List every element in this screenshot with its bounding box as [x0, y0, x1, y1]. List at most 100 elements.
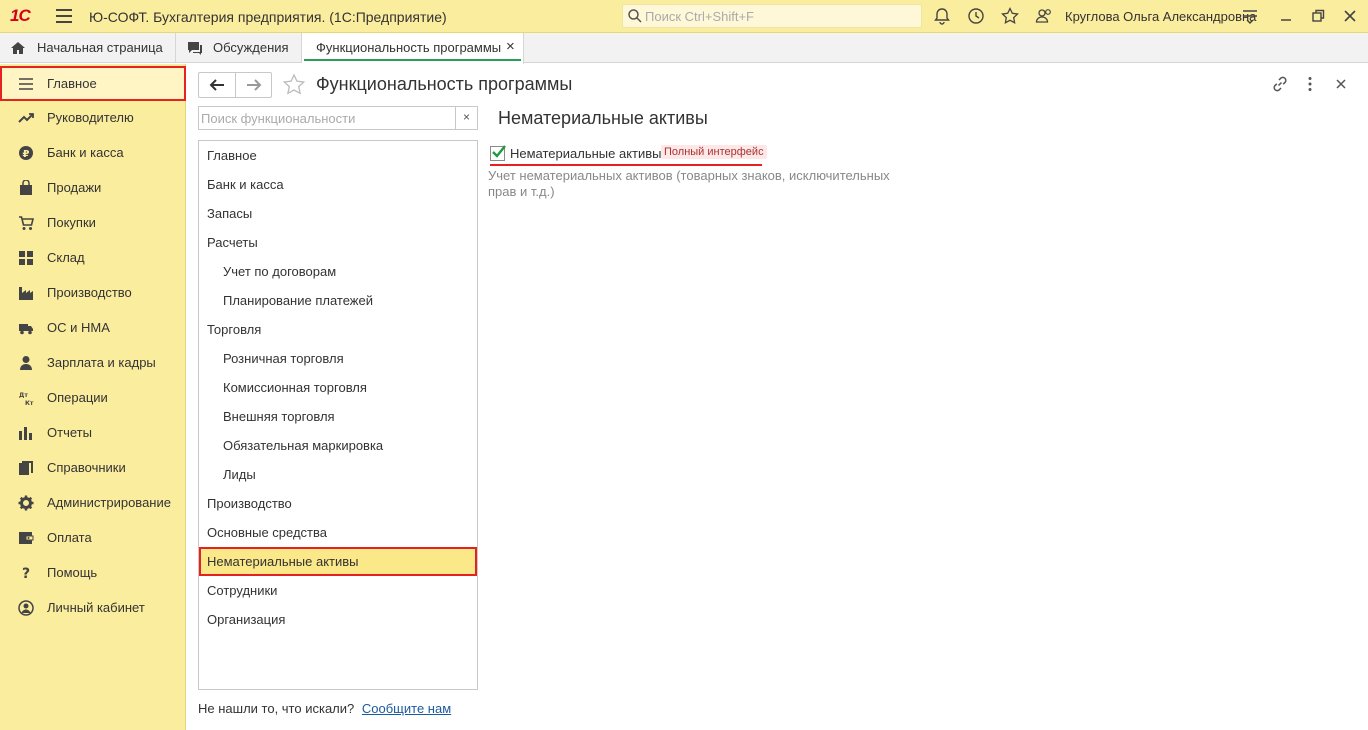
tree-item-label: Учет по договорам	[223, 264, 337, 279]
tree-item-label: Комиссионная торговля	[223, 380, 367, 395]
notifications-bell-icon[interactable]	[932, 6, 952, 26]
arrow-left-icon	[209, 79, 224, 91]
debit-credit-icon: ДтКт	[19, 392, 34, 406]
tree-item-payment-planning[interactable]: Планирование платежей	[199, 286, 477, 315]
favorites-star-icon[interactable]	[1000, 6, 1020, 26]
tab-discussions[interactable]: Обсуждения	[176, 33, 302, 63]
global-search-input[interactable]	[645, 7, 915, 25]
tree-item-label: Организация	[207, 612, 286, 627]
tab-home-label: Начальная страница	[37, 40, 163, 55]
sidebar-item-reports[interactable]: Отчеты	[0, 415, 186, 450]
sidebar-item-sales[interactable]: Продажи	[0, 170, 186, 205]
tree-item-contracts[interactable]: Учет по договорам	[199, 257, 477, 286]
tree-item-retail[interactable]: Розничная торговля	[199, 344, 477, 373]
sidebar-item-manager[interactable]: Руководителю	[0, 100, 186, 135]
add-to-favorites-star-icon[interactable]	[282, 73, 306, 97]
tree-item-settlements[interactable]: Расчеты	[199, 228, 477, 257]
sidebar-item-label: Оплата	[47, 530, 92, 545]
not-found-hint: Не нашли то, что искали? Сообщите нам	[198, 701, 451, 716]
sidebar-item-main[interactable]: Главное	[0, 66, 186, 101]
tree-item-organization[interactable]: Организация	[199, 605, 477, 634]
menu-lines-icon	[19, 78, 33, 90]
close-form-icon[interactable]	[1331, 74, 1351, 94]
sidebar-item-purchases[interactable]: Покупки	[0, 205, 186, 240]
app-title: Ю-СОФТ. Бухгалтерия предприятия. (1С:Пре…	[89, 9, 447, 25]
not-found-text: Не нашли то, что искали?	[198, 701, 355, 716]
intangible-assets-checkbox[interactable]	[490, 145, 506, 161]
tree-item-label: Обязательная маркировка	[223, 438, 384, 453]
tree-item-inventory[interactable]: Запасы	[199, 199, 477, 228]
tree-item-production[interactable]: Производство	[199, 489, 477, 518]
tab-functionality-label: Функциональность программы	[316, 40, 502, 55]
back-button[interactable]	[199, 73, 235, 97]
gear-icon	[18, 495, 34, 511]
global-search[interactable]	[622, 4, 922, 28]
tree-item-label: Производство	[207, 496, 292, 511]
svg-text:?: ?	[22, 566, 30, 581]
tree-item-label: Основные средства	[207, 525, 327, 540]
tab-bar: Начальная страница Обсуждения Функционал…	[0, 33, 1368, 64]
sidebar-item-label: Личный кабинет	[47, 600, 145, 615]
link-icon[interactable]	[1270, 74, 1290, 94]
clear-search-button[interactable]: ×	[455, 107, 477, 129]
users-icon[interactable]	[1034, 6, 1054, 26]
tree-item-label: Внешняя торговля	[223, 409, 335, 424]
tree-item-marking[interactable]: Обязательная маркировка	[199, 431, 477, 460]
intangible-assets-checkbox-label[interactable]: Нематериальные активы	[510, 146, 662, 161]
tree-item-intangible-assets[interactable]: Нематериальные активы	[199, 547, 477, 576]
tree-item-bank[interactable]: Банк и касса	[199, 170, 477, 199]
section-title: Нематериальные активы	[498, 108, 708, 128]
wallet-icon	[19, 532, 34, 544]
sidebar-item-personal-account[interactable]: Личный кабинет	[0, 590, 186, 625]
sidebar-item-bank[interactable]: ₽ Банк и касса	[0, 135, 186, 170]
tree-item-fixed-assets[interactable]: Основные средства	[199, 518, 477, 547]
more-actions-icon[interactable]	[1300, 74, 1320, 94]
sidebar-item-label: Продажи	[47, 180, 102, 195]
current-user-name[interactable]: Круглова Ольга Александровна	[1065, 9, 1256, 24]
page-title: Функциональность программы	[316, 74, 573, 94]
tree-item-main[interactable]: Главное	[199, 141, 477, 170]
main-menu-icon[interactable]	[56, 9, 72, 23]
tree-item-commission[interactable]: Комиссионная торговля	[199, 373, 477, 402]
tab-functionality[interactable]: Функциональность программы ×	[302, 33, 524, 64]
tree-item-leads[interactable]: Лиды	[199, 460, 477, 489]
forward-button[interactable]	[236, 73, 272, 97]
question-icon: ?	[22, 566, 30, 581]
tree-item-employees[interactable]: Сотрудники	[199, 576, 477, 605]
tab-close-icon[interactable]: ×	[506, 38, 515, 55]
sidebar-item-help[interactable]: ? Помощь	[0, 555, 186, 590]
tree-item-trade[interactable]: Торговля	[199, 315, 477, 344]
minimize-icon[interactable]	[1276, 6, 1296, 26]
history-icon[interactable]	[966, 6, 986, 26]
sidebar-item-label: Главное	[47, 76, 97, 91]
sidebar-item-catalogs[interactable]: Справочники	[0, 450, 186, 485]
sidebar-item-warehouse[interactable]: Склад	[0, 240, 186, 275]
tab-home[interactable]: Начальная страница	[0, 33, 176, 63]
search-icon	[628, 9, 642, 23]
full-interface-badge: Полный интерфейс	[661, 145, 767, 159]
close-window-icon[interactable]	[1340, 6, 1360, 26]
report-link[interactable]: Сообщите нам	[362, 701, 451, 716]
sidebar-item-payment[interactable]: Оплата	[0, 520, 186, 555]
svg-text:Кт: Кт	[25, 400, 34, 406]
svg-text:Дт: Дт	[19, 392, 28, 399]
sidebar-item-production[interactable]: Производство	[0, 275, 186, 310]
sidebar-item-operations[interactable]: Дт Кт Операции	[0, 380, 186, 415]
tree-item-label: Нематериальные активы	[207, 554, 359, 569]
sidebar-item-label: Администрирование	[47, 495, 171, 510]
restore-icon[interactable]	[1308, 6, 1328, 26]
sidebar-item-label: Операции	[47, 390, 108, 405]
sidebar-item-label: Банк и касса	[47, 145, 124, 160]
sidebar-item-salary[interactable]: Зарплата и кадры	[0, 345, 186, 380]
checkmark-icon	[492, 145, 506, 158]
functionality-search-input[interactable]	[201, 109, 453, 127]
sidebar-item-assets[interactable]: ОС и НМА	[0, 310, 186, 345]
shopping-bag-icon	[20, 180, 32, 195]
settings-sliders-icon[interactable]	[1240, 6, 1260, 26]
sidebar-item-label: Справочники	[47, 460, 126, 475]
sections-sidebar: Главное Руководителю ₽ Банк и касса Прод…	[0, 64, 186, 730]
bar-chart-icon	[19, 427, 32, 440]
tree-item-foreign-trade[interactable]: Внешняя торговля	[199, 402, 477, 431]
tree-item-label: Главное	[207, 148, 257, 163]
sidebar-item-administration[interactable]: Администрирование	[0, 485, 186, 520]
